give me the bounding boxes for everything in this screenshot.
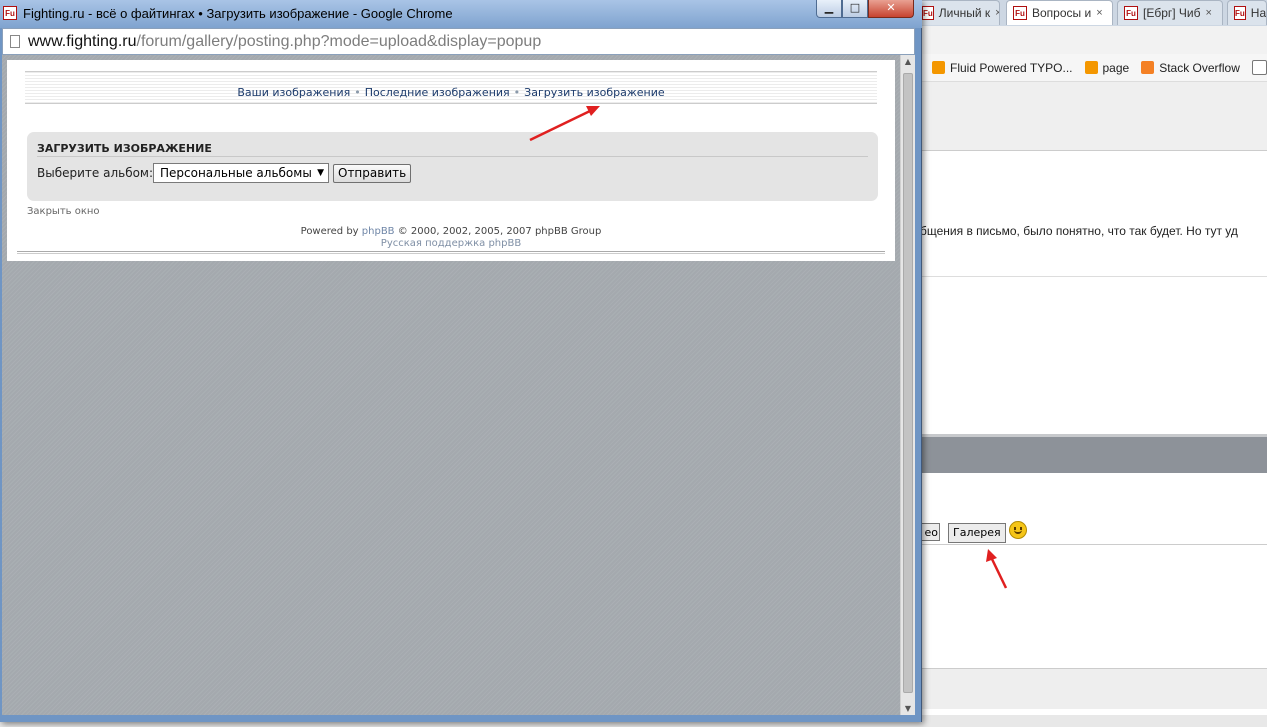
annotation-arrow-gallery <box>986 549 1008 589</box>
background-dark-bar <box>920 434 1267 473</box>
panel-title: Загрузить изображение <box>37 142 212 155</box>
vertical-scrollbar[interactable]: ▲ ▼ <box>900 55 915 715</box>
maximize-button[interactable]: □ <box>842 0 868 18</box>
submit-button[interactable]: Отправить <box>333 164 412 183</box>
background-header-band <box>920 82 1267 151</box>
tab-close-icon[interactable]: × <box>1206 7 1212 19</box>
bookmark-label: Stack Overflow <box>1159 60 1240 75</box>
fighting-favicon-icon: Fu <box>922 6 934 20</box>
nav-upload-image[interactable]: Загрузить изображение <box>524 86 664 99</box>
album-selected-value: Персональные альбомы <box>160 166 312 180</box>
fighting-favicon-icon: Fu <box>1234 6 1246 20</box>
nav-separator: • <box>513 86 521 99</box>
divider <box>920 544 1267 545</box>
russian-support-link[interactable]: Русская поддержка phpBB <box>7 238 895 249</box>
page-icon[interactable] <box>1251 60 1267 75</box>
scrollbar-thumb[interactable] <box>903 73 913 693</box>
close-button[interactable]: ✕ <box>868 0 914 18</box>
tab-label: Личный к <box>938 6 991 20</box>
background-message-text: бщения в письмо, было понятно, что так б… <box>920 224 1238 238</box>
url-path: /forum/gallery/posting.php?mode=upload&d… <box>136 33 542 50</box>
tab-questions[interactable]: Fu Вопросы и × <box>1006 0 1113 25</box>
close-window-link[interactable]: Закрыть окно <box>27 206 100 217</box>
page-icon <box>10 35 20 48</box>
background-toolbar <box>920 26 1267 54</box>
bookmark-stack-overflow[interactable]: Stack Overflow <box>1141 61 1240 75</box>
album-label: Выберите альбом: <box>37 166 154 180</box>
stackoverflow-icon <box>1141 61 1155 74</box>
page-viewport: Ваши изображения • Последние изображения • З… <box>2 55 900 715</box>
fighting-favicon-icon: Fu <box>3 6 17 20</box>
window-titlebar[interactable]: Fu Fighting.ru - всё о файтингах • Загру… <box>0 0 922 28</box>
typo3-icon <box>932 61 945 74</box>
nav-header-strip: Ваши изображения • Последние изображения • З… <box>25 71 877 104</box>
nav-separator: • <box>354 86 361 99</box>
minimize-button[interactable]: ▁ <box>816 0 842 18</box>
divider <box>37 156 868 157</box>
tab-personal[interactable]: Fu Личный к × <box>915 0 1000 25</box>
tab-label: На <box>1250 6 1267 20</box>
divider <box>920 276 1267 277</box>
tab-close-icon[interactable]: × <box>1096 7 1102 19</box>
smiley-icon[interactable] <box>1009 521 1027 539</box>
powered-by-text: Powered by phpBB © 2000, 2002, 2005, 200… <box>7 226 895 237</box>
bookmark-label: page <box>1102 60 1130 75</box>
gallery-button[interactable]: Галерея <box>948 523 1006 543</box>
window-title: Fighting.ru - всё о файтингах • Загрузит… <box>23 6 453 21</box>
bookmark-label: Fluid Powered TYPO... <box>950 60 1073 75</box>
tab-label: [Ебрг] Чиб <box>1143 6 1201 20</box>
powered-prefix: Powered by <box>300 226 362 237</box>
chevron-down-icon: ▼ <box>317 168 324 178</box>
powered-suffix: © 2000, 2002, 2005, 2007 phpBB Group <box>394 226 602 237</box>
divider <box>17 251 885 254</box>
bookmarks-bar: Fluid Powered TYPO... page Stack Overflo… <box>920 54 1267 82</box>
album-select[interactable]: Персональные альбомы ▼ <box>153 163 329 183</box>
tab-na[interactable]: Fu На <box>1227 0 1267 25</box>
bookmark-fluid-typo3[interactable]: Fluid Powered TYPO... <box>932 61 1073 75</box>
video-button[interactable]: ео <box>920 523 940 541</box>
tab-close-icon[interactable]: × <box>995 7 999 19</box>
tab-ebrg[interactable]: Fu [Ебрг] Чиб × <box>1117 0 1223 25</box>
phpbb-link[interactable]: phpBB <box>362 226 395 237</box>
url-host: www.fighting.ru <box>28 33 137 50</box>
tab-label: Вопросы и <box>1032 6 1092 20</box>
nav-recent-images[interactable]: Последние изображения <box>365 86 510 99</box>
gallery-page: Ваши изображения • Последние изображения • З… <box>7 60 895 261</box>
scroll-down-icon[interactable]: ▼ <box>901 704 915 713</box>
nav-your-images[interactable]: Ваши изображения <box>237 86 350 99</box>
bookmark-page[interactable]: page <box>1084 60 1130 75</box>
gallery-nav: Ваши изображения • Последние изображения • З… <box>25 86 877 99</box>
fighting-favicon-icon: Fu <box>1124 6 1138 20</box>
typo3-icon <box>1084 61 1098 74</box>
fighting-favicon-icon: Fu <box>1013 6 1027 20</box>
upload-popup-window: Fu Fighting.ru - всё о файтингах • Загру… <box>0 0 922 722</box>
address-bar[interactable]: www.fighting.ru/forum/gallery/posting.ph… <box>2 28 915 55</box>
upload-panel: Загрузить изображение Выберите альбом: П… <box>27 132 878 201</box>
background-footer-band <box>920 668 1267 709</box>
scroll-up-icon[interactable]: ▲ <box>901 57 915 66</box>
url-text[interactable]: www.fighting.ru/forum/gallery/posting.ph… <box>28 33 541 51</box>
